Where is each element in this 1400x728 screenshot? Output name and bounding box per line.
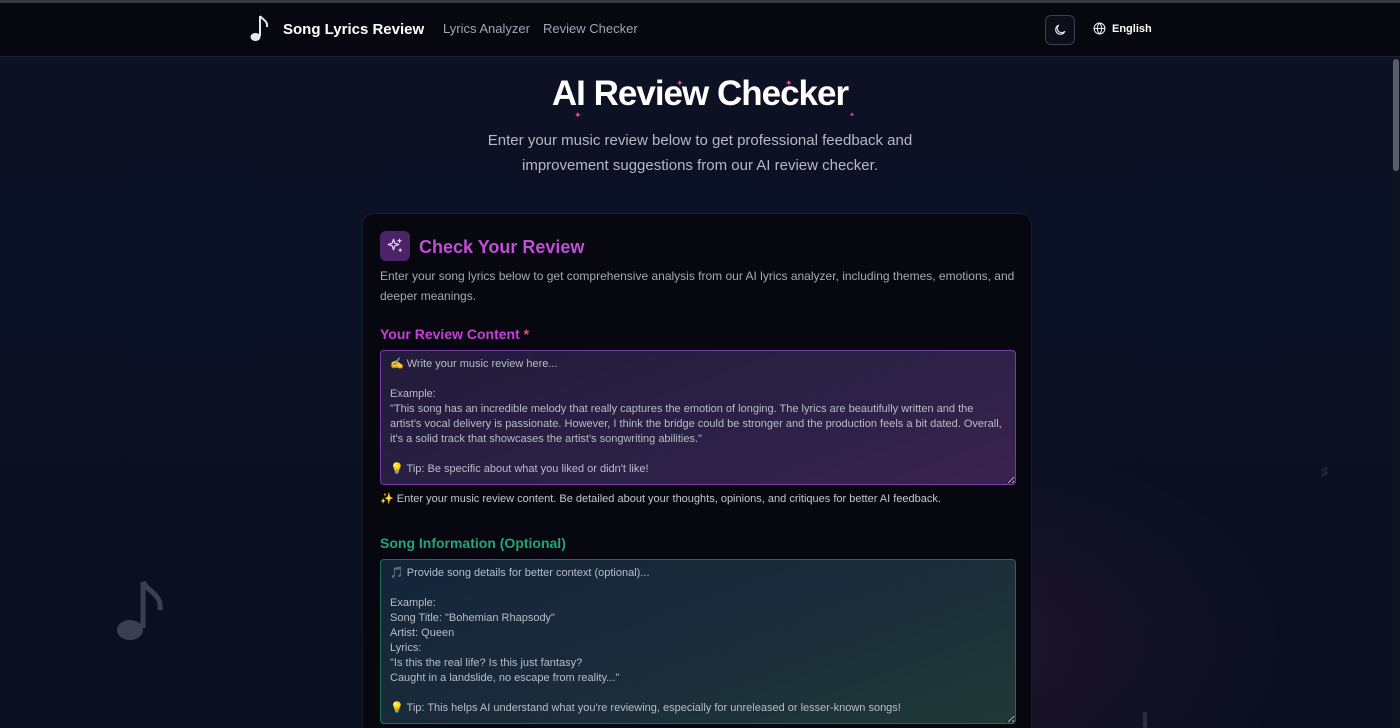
sparkle-decoration: ✦ [574, 110, 582, 120]
moon-icon [1055, 24, 1066, 35]
brand-name: Song Lyrics Review [283, 20, 425, 38]
sparkle-decoration: ✦ [785, 78, 793, 88]
top-navbar: Song Lyrics Review Lyrics Analyzer Revie… [0, 3, 1400, 57]
required-mark: * [523, 326, 530, 342]
sparkles-icon [380, 231, 410, 261]
page-title: AI Review Checker [551, 74, 849, 113]
nav-link-review-checker[interactable]: Review Checker [543, 21, 638, 36]
review-content-textarea[interactable]: ✍️ Write your music review here... Examp… [380, 350, 1016, 485]
sparkle-decoration: ✦ [676, 78, 684, 88]
language-label: English [1112, 22, 1152, 35]
music-note-icon [250, 15, 269, 41]
sparkle-decoration: ✦ [849, 112, 855, 119]
nav-link-lyrics-analyzer[interactable]: Lyrics Analyzer [443, 21, 530, 36]
card-description: Enter your song lyrics below to get comp… [380, 269, 1015, 303]
brand[interactable]: Song Lyrics Review [248, 14, 424, 44]
language-selector[interactable]: English [1093, 22, 1152, 35]
song-info-textarea[interactable]: 🎵 Provide song details for better contex… [380, 559, 1016, 724]
review-content-hint: ✨ Enter your music review content. Be de… [380, 493, 941, 505]
sharp-symbol-decoration: ♯ [1321, 463, 1328, 479]
card-title: Check Your Review [419, 237, 585, 257]
review-content-label: Your Review Content * [380, 326, 529, 342]
music-note-decoration-icon [117, 580, 163, 640]
globe-icon [1093, 22, 1106, 35]
resize-grip-icon [1366, 689, 1373, 696]
review-content-label-text: Your Review Content [380, 326, 520, 342]
review-form-card: Check Your Review Enter your song lyrics… [362, 213, 1032, 728]
decorative-bar [1143, 712, 1147, 728]
page-subtitle: Enter your music review below to get pro… [487, 132, 913, 174]
theme-toggle-button[interactable] [1045, 15, 1075, 45]
song-info-label: Song Information (Optional) [380, 535, 566, 551]
